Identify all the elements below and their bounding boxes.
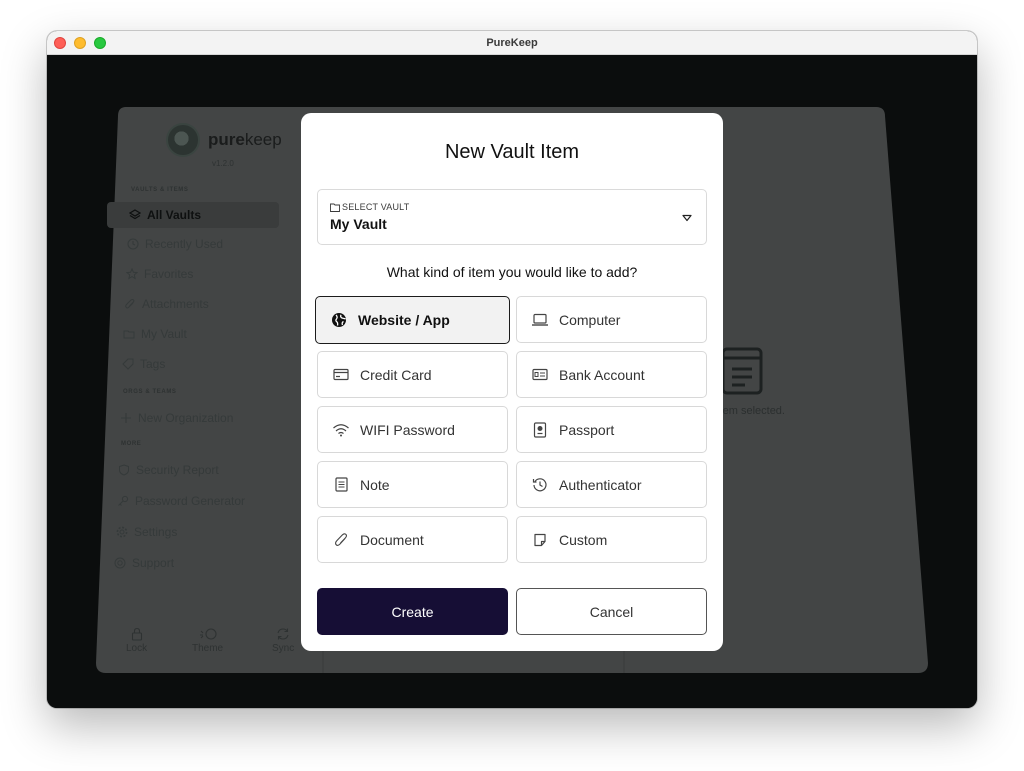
history-icon [531, 476, 549, 494]
id-card-icon [531, 366, 549, 384]
sync-button[interactable]: Sync [272, 627, 294, 654]
theme-button[interactable]: Theme [192, 627, 223, 654]
sidebar-item-recently-used[interactable]: Recently Used [127, 237, 223, 251]
sidebar-item-label: Favorites [144, 267, 194, 281]
lock-button[interactable]: Lock [126, 627, 147, 654]
sidebar-item-password-generator[interactable]: Password Generator [117, 494, 245, 508]
zoom-window-button[interactable] [94, 37, 106, 49]
type-credit-card[interactable]: Credit Card [317, 351, 508, 398]
logo-text: purekeep [208, 130, 282, 149]
lock-icon [131, 627, 142, 641]
type-note[interactable]: Note [317, 461, 508, 508]
vault-select-value: My Vault [330, 216, 387, 232]
type-label: Computer [559, 311, 621, 328]
sidebar-item-support[interactable]: Support [114, 556, 174, 570]
lifebuoy-icon [114, 557, 126, 569]
shield-icon [118, 464, 130, 476]
type-bank-account[interactable]: Bank Account [516, 351, 707, 398]
type-label: WIFI Password [360, 421, 455, 438]
sync-icon [277, 628, 289, 640]
sidebar-item-settings[interactable]: Settings [116, 525, 177, 539]
vault-select[interactable]: SELECT VAULT My Vault [317, 189, 707, 245]
sidebar-item-attachments[interactable]: Attachments [124, 297, 209, 311]
type-label: Custom [559, 531, 608, 548]
theme-label: Theme [192, 643, 224, 654]
app-version: v1.2.0 [212, 159, 234, 168]
sticky-note-icon [531, 531, 549, 549]
window-title: PureKeep [486, 36, 538, 49]
key-icon [117, 495, 129, 507]
vault-select-label: SELECT VAULT [330, 202, 694, 212]
sidebar-item-my-vault[interactable]: My Vault [123, 327, 187, 341]
logo: purekeep [166, 123, 282, 157]
title-bar: PureKeep [47, 31, 977, 55]
sidebar-item-label: My Vault [141, 327, 187, 341]
type-label: Note [360, 476, 390, 493]
sidebar-item-label: Password Generator [135, 494, 246, 508]
logo-mark [166, 123, 200, 157]
folder-icon [330, 203, 340, 212]
sidebar-item-label: Tags [140, 357, 166, 371]
sidebar-item-tags[interactable]: Tags [122, 357, 165, 371]
folder-icon [123, 328, 135, 340]
minimize-window-button[interactable] [74, 37, 86, 49]
sidebar-item-all-vaults[interactable]: All Vaults [129, 208, 201, 222]
section-vaults-items: VAULTS & ITEMS [131, 187, 189, 193]
paperclip-icon [124, 298, 136, 310]
vault-select-label-text: SELECT VAULT [342, 202, 410, 212]
plus-icon [120, 412, 132, 424]
wifi-icon [332, 421, 350, 439]
paperclip-icon [332, 531, 350, 549]
note-icon [332, 476, 350, 494]
modal-backdrop[interactable]: purekeep v1.2.0 VAULTS & ITEMS All Vault… [47, 55, 977, 708]
app-window: PureKeep purekeep v1.2.0 VAULTS & ITEMS … [47, 31, 977, 708]
laptop-icon [531, 311, 549, 329]
type-custom[interactable]: Custom [516, 516, 707, 563]
sidebar-item-label: Settings [134, 525, 178, 539]
dialog-title: New Vault Item [444, 141, 580, 163]
layers-icon [129, 209, 141, 221]
type-label: Credit Card [360, 366, 432, 383]
window-controls [54, 37, 106, 49]
type-label: Passport [559, 421, 615, 438]
cancel-button[interactable]: Cancel [516, 588, 707, 635]
caret-down-icon [682, 214, 692, 222]
type-passport[interactable]: Passport [516, 406, 707, 453]
type-label: Bank Account [559, 366, 645, 383]
credit-card-icon [332, 366, 350, 384]
globe-icon [330, 311, 348, 329]
sidebar-item-label: Support [132, 556, 175, 570]
type-computer[interactable]: Computer [516, 296, 707, 343]
gear-icon [116, 526, 128, 538]
passport-icon [531, 421, 549, 439]
lock-label: Lock [126, 643, 148, 654]
type-document[interactable]: Document [317, 516, 508, 563]
sidebar-item-label: New Organization [138, 411, 234, 425]
type-label: Authenticator [559, 476, 642, 493]
sync-label: Sync [272, 643, 295, 654]
sidebar-item-favorites[interactable]: Favorites [126, 267, 193, 281]
close-window-button[interactable] [54, 37, 66, 49]
type-label: Document [360, 531, 424, 548]
sidebar-item-label: Attachments [142, 297, 209, 311]
sidebar-item-label: All Vaults [147, 208, 202, 222]
sidebar-item-label: Recently Used [145, 237, 224, 251]
type-website-app[interactable]: Website / App [315, 296, 510, 344]
type-authenticator[interactable]: Authenticator [516, 461, 707, 508]
new-vault-item-dialog: New Vault Item SELECT VAULT My Vault Wha… [301, 113, 723, 651]
clock-icon [127, 238, 139, 250]
star-icon [126, 268, 138, 280]
sidebar-item-new-organization[interactable]: New Organization [120, 411, 233, 425]
section-more: MORE [121, 441, 142, 447]
document-icon [721, 347, 763, 395]
item-type-question: What kind of item you would like to add? [386, 264, 638, 280]
section-orgs-teams: ORGS & TEAMS [123, 389, 177, 395]
sidebar-item-security-report[interactable]: Security Report [118, 463, 219, 477]
sidebar-item-label: Security Report [136, 463, 219, 477]
theme-icon [199, 628, 217, 640]
type-wifi-password[interactable]: WIFI Password [317, 406, 508, 453]
type-label: Website / App [358, 312, 450, 328]
tag-icon [122, 358, 134, 370]
create-button[interactable]: Create [317, 588, 508, 635]
